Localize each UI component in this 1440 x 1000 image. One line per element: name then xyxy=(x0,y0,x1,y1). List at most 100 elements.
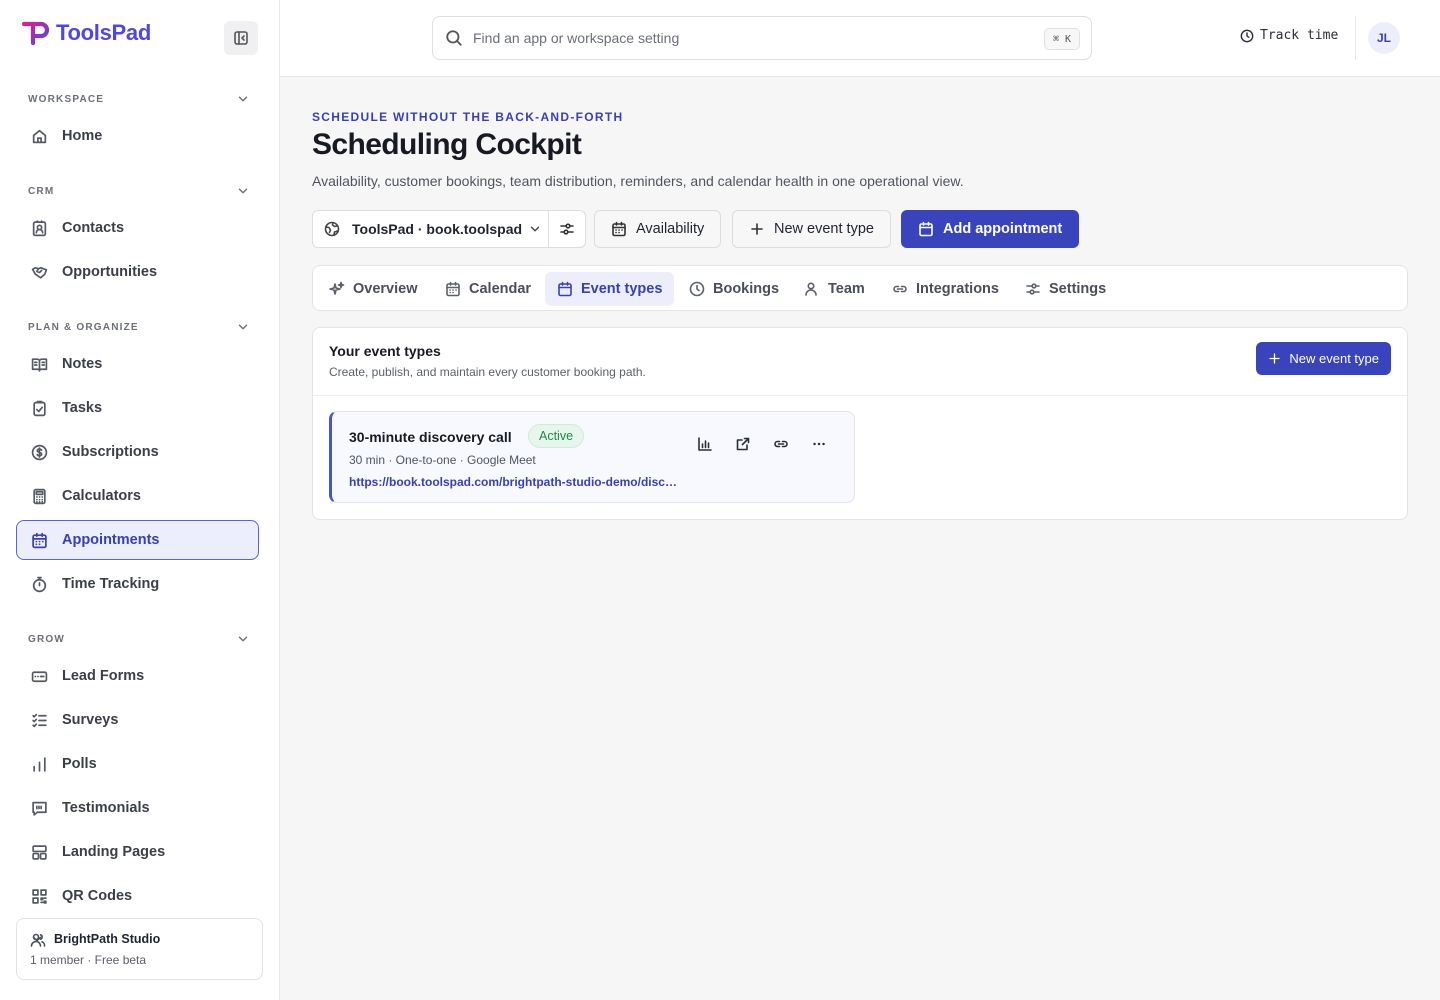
availability-button[interactable]: Availability xyxy=(594,210,722,248)
availability-label: Availability xyxy=(636,221,705,237)
tab-integrations[interactable]: Integrations xyxy=(880,272,1011,306)
panel-new-event-type-button[interactable]: New event type xyxy=(1256,342,1391,375)
new-event-type-label: New event type xyxy=(774,221,874,237)
sidebar-item-polls[interactable]: Polls xyxy=(16,744,259,784)
globe-icon xyxy=(324,221,340,237)
sidebar-item-label: Calculators xyxy=(62,488,141,504)
sidebar-item-label: Time Tracking xyxy=(62,576,160,592)
page-description: Availability, customer bookings, team di… xyxy=(312,173,964,189)
sidebar-item-label: Testimonials xyxy=(62,800,150,816)
calendar-icon xyxy=(32,532,47,548)
tab-label: Overview xyxy=(353,281,418,297)
sidebar-item-label: Home xyxy=(62,128,103,144)
event-type-card[interactable]: 30-minute discovery call Active 30 min ·… xyxy=(329,411,855,503)
section-label: WORKSPACE xyxy=(28,93,105,105)
booking-site-selector[interactable]: ToolsPad · book.toolspad xyxy=(312,210,586,248)
sidebar-item-label: Notes xyxy=(62,356,103,372)
search-input[interactable]: Find an app or workspace setting xyxy=(473,30,679,46)
sidebar-item-home[interactable]: Home xyxy=(16,116,259,156)
panel-title: Your event types xyxy=(329,343,441,359)
workspace-switcher[interactable]: BrightPath Studio 1 member · Free beta xyxy=(16,918,263,980)
sidebar-item-contacts[interactable]: Contacts xyxy=(16,208,259,248)
sidebar-item-notes[interactable]: Notes xyxy=(16,344,259,384)
section-label: GROW xyxy=(28,633,66,645)
bar-chart-icon xyxy=(33,756,46,772)
sidebar-item-opportunities[interactable]: Opportunities xyxy=(16,252,259,292)
section-plan-organize[interactable]: PLAN & ORGANIZE xyxy=(28,320,250,334)
calendar-icon xyxy=(919,221,933,237)
sidebar-item-label: Polls xyxy=(62,756,97,772)
checklist-icon xyxy=(32,713,47,727)
sidebar-item-tasks[interactable]: Tasks xyxy=(16,388,259,428)
track-time-label: Track time xyxy=(1260,28,1339,43)
sidebar-item-calculators[interactable]: Calculators xyxy=(16,476,259,516)
new-event-type-button[interactable]: New event type xyxy=(732,210,891,248)
sidebar-item-label: Tasks xyxy=(62,400,103,416)
sidebar-item-label: Landing Pages xyxy=(62,844,166,860)
track-time-button[interactable]: Track time xyxy=(1240,28,1338,43)
status-badge: Active xyxy=(528,424,585,448)
tab-label: Bookings xyxy=(713,281,780,297)
avatar[interactable]: JL xyxy=(1368,22,1400,54)
add-appointment-button[interactable]: Add appointment xyxy=(901,210,1080,248)
section-workspace[interactable]: WORKSPACE xyxy=(28,92,250,106)
sidebar-item-subscriptions[interactable]: Subscriptions xyxy=(16,432,259,472)
sliders-icon xyxy=(560,223,574,235)
quote-bubble-icon xyxy=(32,801,47,816)
sidebar-item-label: Opportunities xyxy=(62,264,158,280)
book-icon xyxy=(31,357,48,372)
tab-settings[interactable]: Settings xyxy=(1013,272,1118,306)
sliders-icon xyxy=(1026,283,1040,295)
search-icon xyxy=(446,30,462,46)
section-crm[interactable]: CRM xyxy=(28,184,250,198)
external-link-icon xyxy=(736,437,750,451)
keyboard-shortcut-hint: ⌘ K xyxy=(1043,28,1080,50)
section-grow[interactable]: GROW xyxy=(28,632,250,646)
users-icon xyxy=(805,282,817,296)
add-appointment-label: Add appointment xyxy=(943,221,1063,237)
chevron-down-icon xyxy=(238,324,248,330)
qr-code-icon xyxy=(32,888,47,904)
site-settings-button[interactable] xyxy=(548,211,585,247)
sidebar-item-label: Contacts xyxy=(62,220,125,236)
tab-team[interactable]: Team xyxy=(792,272,877,306)
tab-overview[interactable]: Overview xyxy=(317,272,430,306)
brand-logo[interactable]: ToolsPad xyxy=(22,20,151,46)
plus-icon xyxy=(1269,353,1281,364)
sidebar-item-testimonials[interactable]: Testimonials xyxy=(16,788,259,828)
tab-label: Calendar xyxy=(469,281,532,297)
sidebar-item-qr-codes[interactable]: QR Codes xyxy=(16,876,259,916)
tab-label: Team xyxy=(828,281,865,297)
event-type-title: 30-minute discovery call xyxy=(349,429,512,445)
chevron-down-icon xyxy=(32,936,42,942)
event-type-link[interactable]: https://book.toolspad.com/brightpath-stu… xyxy=(349,475,679,489)
link-icon xyxy=(893,285,907,293)
sidebar-item-appointments[interactable]: Appointments xyxy=(16,520,259,560)
collapse-sidebar-button[interactable] xyxy=(224,21,258,55)
form-icon xyxy=(31,670,48,682)
calendar-icon xyxy=(446,281,460,297)
home-icon xyxy=(32,129,47,143)
section-label: PLAN & ORGANIZE xyxy=(28,321,139,333)
more-horizontal-icon xyxy=(813,442,825,446)
calendar-icon xyxy=(558,281,572,297)
plus-icon xyxy=(751,223,763,235)
tab-bookings[interactable]: Bookings xyxy=(677,272,791,306)
sidebar-item-landing-pages[interactable]: Landing Pages xyxy=(16,832,259,872)
event-stats-button[interactable] xyxy=(691,430,719,458)
open-booking-page-button[interactable] xyxy=(729,430,757,458)
workspace-name: BrightPath Studio xyxy=(54,932,161,946)
sidebar-item-time-tracking[interactable]: Time Tracking xyxy=(16,564,259,604)
sidebar-item-lead-forms[interactable]: Lead Forms xyxy=(16,656,259,696)
layout-icon xyxy=(32,844,47,860)
chevron-down-icon xyxy=(238,636,248,642)
tab-event-types[interactable]: Event types xyxy=(545,272,675,306)
calendar-icon xyxy=(612,221,626,237)
more-actions-button[interactable] xyxy=(805,430,833,458)
sidebar-item-label: Lead Forms xyxy=(62,668,145,684)
tab-bar: Overview Calendar Event types Bookings T… xyxy=(312,265,1408,311)
search-bar[interactable]: Find an app or workspace setting ⌘ K xyxy=(432,16,1092,60)
tab-calendar[interactable]: Calendar xyxy=(433,272,543,306)
sidebar-item-surveys[interactable]: Surveys xyxy=(16,700,259,740)
copy-link-button[interactable] xyxy=(767,430,795,458)
